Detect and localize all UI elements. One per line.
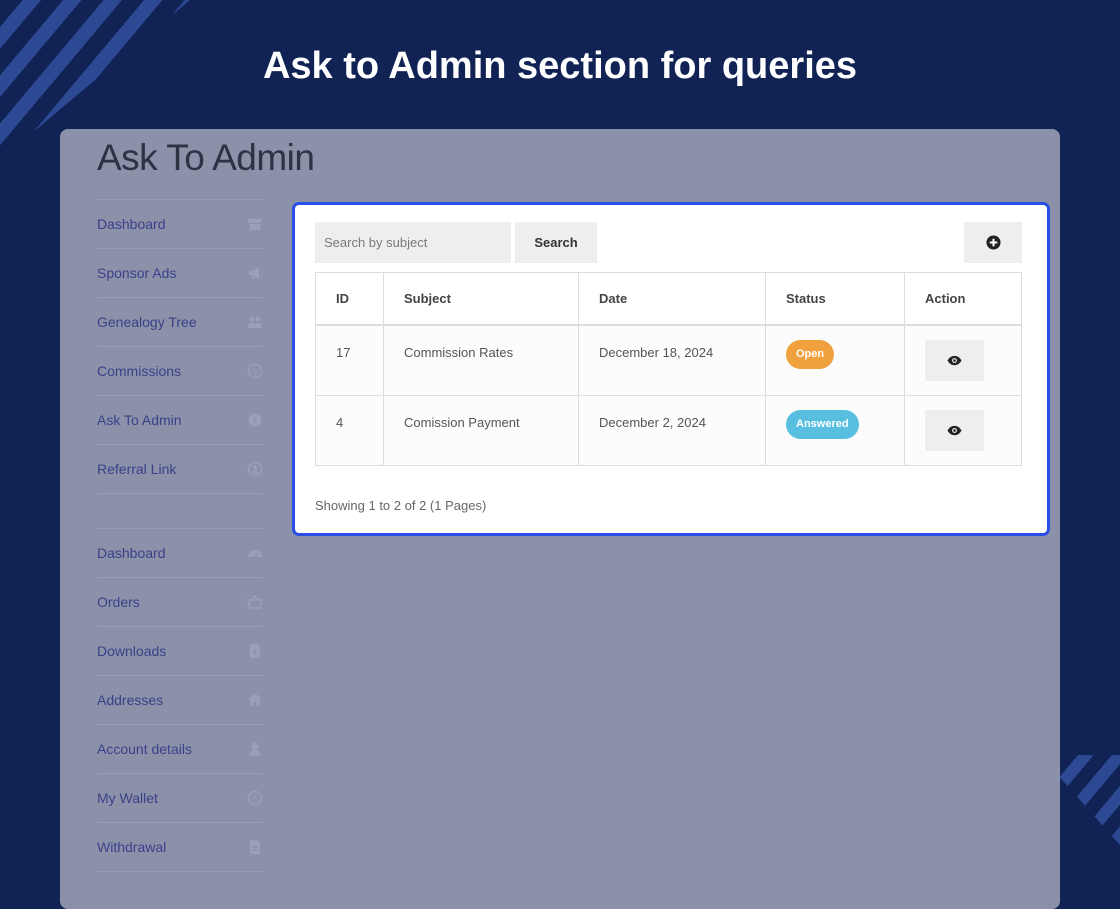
sidebar-item-orders[interactable]: Orders [97, 577, 263, 626]
user-circle-icon [247, 461, 263, 477]
table-row: 4 Comission Payment December 2, 2024 Ans… [315, 394, 1022, 466]
question-circle-icon: ? [247, 412, 263, 428]
file-download-icon [247, 643, 263, 659]
gauge-icon [247, 545, 263, 561]
headline: Ask to Admin section for queries [262, 45, 858, 87]
sidebar-item-dashboard[interactable]: Dashboard [97, 199, 263, 248]
sidebar-item-label: Downloads [97, 643, 167, 659]
table-header-row: ID Subject Date Status Action [315, 272, 1022, 326]
search-button[interactable]: Search [515, 222, 597, 263]
eye-icon [947, 355, 962, 366]
sidebar-item-dashboard[interactable]: Dashboard [97, 528, 263, 577]
sidebar-account-nav: Dashboard Orders Downloads Addresses Acc… [97, 528, 263, 872]
column-header-action: Action [904, 272, 1022, 326]
status-badge: Open [786, 340, 835, 369]
sidebar-item-label: Ask To Admin [97, 412, 182, 428]
cell-subject: Comission Payment [383, 394, 579, 466]
store-icon [247, 216, 263, 232]
sidebar-item-ask-to-admin[interactable]: Ask To Admin ? [97, 395, 263, 444]
cell-id: 17 [315, 324, 384, 396]
page-title: Ask To Admin [97, 137, 315, 178]
column-header-status: Status [765, 272, 905, 326]
sidebar-item-label: Withdrawal [97, 839, 167, 855]
sidebar-item-label: Commissions [97, 363, 182, 379]
sidebar-item-account-details[interactable]: Account details [97, 724, 263, 773]
sidebar-item-label: Dashboard [97, 216, 166, 232]
sidebar-item-label: Referral Link [97, 461, 177, 477]
column-header-date: Date [578, 272, 766, 326]
cell-status: Answered [765, 394, 905, 466]
sidebar-item-downloads[interactable]: Downloads [97, 626, 263, 675]
view-query-button[interactable] [925, 409, 984, 451]
cell-status: Open [765, 324, 905, 396]
add-query-button[interactable] [964, 222, 1022, 263]
svg-text:?: ? [252, 417, 257, 427]
sidebar-item-my-wallet[interactable]: My Wallet $ [97, 773, 263, 822]
column-header-id: ID [315, 272, 384, 326]
sidebar-item-label: Account details [97, 741, 192, 757]
column-header-subject: Subject [383, 272, 579, 326]
basket-icon [247, 594, 263, 610]
cell-date: December 2, 2024 [578, 394, 766, 466]
svg-text:$: $ [252, 368, 258, 378]
search-input[interactable] [315, 222, 511, 263]
cell-date: December 18, 2024 [578, 324, 766, 396]
sidebar-item-withdrawal[interactable]: Withdrawal [97, 822, 263, 872]
file-icon [247, 839, 263, 855]
cell-subject: Commission Rates [383, 324, 579, 396]
sidebar-item-addresses[interactable]: Addresses [97, 675, 263, 724]
sidebar-item-label: Sponsor Ads [97, 265, 177, 281]
sidebar-item-label: Addresses [97, 692, 164, 708]
cell-action [904, 324, 1022, 396]
status-badge: Answered [786, 409, 859, 439]
dollar-circle-icon: $ [247, 790, 263, 806]
cell-action [904, 394, 1022, 466]
megaphone-icon [247, 265, 263, 281]
sidebar-item-label: Dashboard [97, 545, 166, 561]
sidebar-item-label: My Wallet [97, 790, 158, 806]
users-icon [247, 314, 263, 330]
eye-icon [947, 425, 962, 435]
queries-table: ID Subject Date Status Action 17 Commiss… [315, 272, 1022, 466]
cell-id: 4 [315, 394, 384, 466]
sidebar-item-referral-link[interactable]: Referral Link [97, 444, 263, 494]
sidebar-item-genealogy-tree[interactable]: Genealogy Tree [97, 297, 263, 346]
view-query-button[interactable] [925, 340, 984, 381]
home-icon [247, 692, 263, 708]
pagination-info: Showing 1 to 2 of 2 (1 Pages) [315, 498, 487, 513]
sidebar-item-label: Orders [97, 594, 140, 610]
user-icon [247, 741, 263, 757]
sidebar-item-label: Genealogy Tree [97, 314, 197, 330]
dollar-circle-icon: $ [247, 363, 263, 379]
sidebar-item-sponsor-ads[interactable]: Sponsor Ads [97, 248, 263, 297]
svg-text:$: $ [252, 795, 258, 805]
table-row: 17 Commission Rates December 18, 2024 Op… [315, 324, 1022, 396]
sidebar-item-commissions[interactable]: Commissions $ [97, 346, 263, 395]
queries-card: Search ID Subject Date Status Action 17 … [292, 202, 1050, 536]
plus-circle-icon [985, 235, 1001, 250]
sidebar-affiliate-nav: Dashboard Sponsor Ads Genealogy Tree Com… [97, 199, 263, 494]
